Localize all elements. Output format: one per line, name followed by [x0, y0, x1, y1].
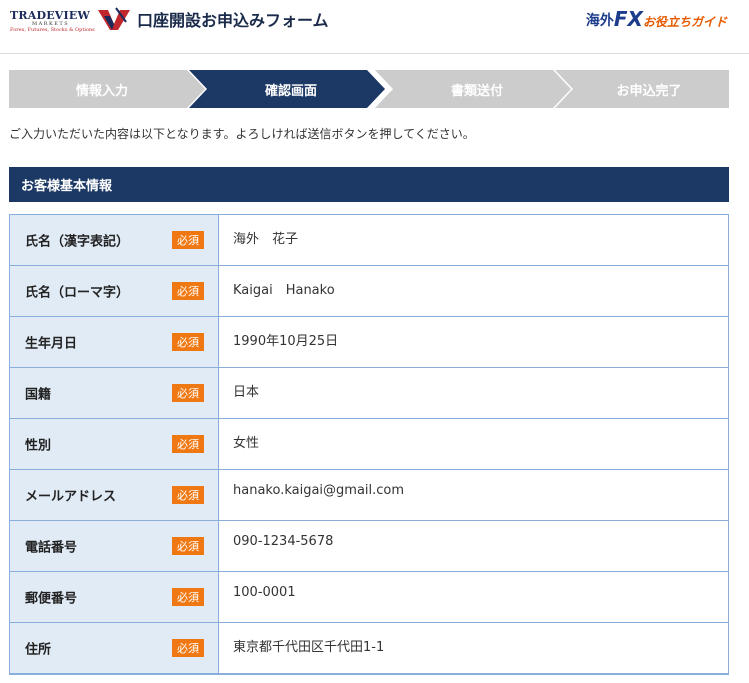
field-value: 女性 — [233, 436, 260, 451]
required-badge: 必須 — [172, 384, 204, 402]
field-value: 海外 花子 — [233, 232, 299, 247]
field-value-cell: 女性 — [219, 419, 728, 469]
table-row: 郵便番号 必須 100-0001 — [10, 572, 728, 623]
field-value-cell: 1990年10月25日 — [219, 317, 728, 367]
required-badge: 必須 — [172, 282, 204, 300]
step-info-input: 情報入力 — [9, 70, 205, 108]
tradeview-logo[interactable]: TRADEVIEW MARKETS Forex, Futures, Stocks… — [10, 6, 130, 36]
field-value-cell: 日本 — [219, 368, 728, 418]
field-value-cell: 090-1234-5678 — [219, 521, 728, 571]
field-label: 電話番号 — [25, 540, 78, 556]
table-row: メールアドレス 必須 hanako.kaigai@gmail.com — [10, 470, 728, 521]
field-label: 氏名（漢字表記） — [25, 234, 130, 250]
field-value-cell: 100-0001 — [219, 572, 728, 622]
field-value-cell: 海外 花子 — [219, 215, 728, 265]
page-title: 口座開設お申込みフォーム — [137, 11, 329, 30]
field-value: hanako.kaigai@gmail.com — [233, 483, 405, 498]
field-label-cell: 生年月日 必須 — [10, 317, 219, 367]
page-header: TRADEVIEW MARKETS Forex, Futures, Stocks… — [0, 0, 749, 54]
guide-logo-part2: FX — [613, 7, 643, 31]
step-complete: お申込完了 — [555, 70, 729, 108]
field-label: メールアドレス — [25, 489, 117, 505]
table-row: 国籍 必須 日本 — [10, 368, 728, 419]
field-value-cell: 東京都千代田区千代田1-1 — [219, 623, 728, 673]
required-badge: 必須 — [172, 435, 204, 453]
field-label: 性別 — [25, 438, 52, 454]
required-badge: 必須 — [172, 333, 204, 351]
brand-tagline: Forex, Futures, Stocks & Options — [10, 27, 95, 33]
field-label-cell: 性別 必須 — [10, 419, 219, 469]
section-header: お客様基本情報 — [9, 167, 729, 202]
field-label: 国籍 — [25, 387, 52, 403]
table-row: 生年月日 必須 1990年10月25日 — [10, 317, 728, 368]
step-confirmation-active: 確認画面 — [189, 70, 385, 108]
step-document-submit: 書類送付 — [375, 70, 571, 108]
field-value-cell: hanako.kaigai@gmail.com — [219, 470, 728, 520]
field-value: 1990年10月25日 — [233, 334, 339, 349]
required-badge: 必須 — [172, 537, 204, 555]
field-label: 住所 — [25, 642, 52, 658]
field-label-cell: 電話番号 必須 — [10, 521, 219, 571]
field-label-cell: 住所 必須 — [10, 623, 219, 673]
table-row: 電話番号 必須 090-1234-5678 — [10, 521, 728, 572]
field-label-cell: 郵便番号 必須 — [10, 572, 219, 622]
table-row: 住所 必須 東京都千代田区千代田1-1 — [10, 623, 728, 674]
required-badge: 必須 — [172, 231, 204, 249]
field-label-cell: 氏名（ローマ字） 必須 — [10, 266, 219, 316]
required-badge: 必須 — [172, 639, 204, 657]
brand-mark-icon — [98, 7, 130, 30]
field-value-cell: Kaigai Hanako — [219, 266, 728, 316]
field-value: Kaigai Hanako — [233, 283, 335, 298]
field-label: 郵便番号 — [25, 591, 78, 607]
instructions-text: ご入力いただいた内容は以下となります。よろしければ送信ボタンを押してください。 — [9, 127, 475, 141]
table-row: 氏名（ローマ字） 必須 Kaigai Hanako — [10, 266, 728, 317]
table-row: 性別 必須 女性 — [10, 419, 728, 470]
field-label-cell: メールアドレス 必須 — [10, 470, 219, 520]
required-badge: 必須 — [172, 588, 204, 606]
step-label: 書類送付 — [450, 83, 503, 99]
field-value: 東京都千代田区千代田1-1 — [233, 640, 385, 655]
field-label: 生年月日 — [25, 336, 78, 352]
step-label: お申込完了 — [616, 83, 682, 99]
confirmation-table: 氏名（漢字表記） 必須 海外 花子氏名（ローマ字） 必須 Kaigai Hanako 生年… — [9, 214, 729, 675]
field-value: 090-1234-5678 — [233, 534, 334, 549]
table-row: 氏名（漢字表記） 必須 海外 花子 — [10, 215, 728, 266]
step-label: 確認画面 — [264, 83, 317, 99]
field-label-cell: 氏名（漢字表記） 必須 — [10, 215, 219, 265]
step-label: 情報入力 — [75, 83, 128, 99]
guide-logo-part1: 海外 — [585, 13, 614, 29]
field-label-cell: 国籍 必須 — [10, 368, 219, 418]
field-label: 氏名（ローマ字） — [25, 285, 130, 301]
fx-guide-logo[interactable]: 海外FXお役立ちガイド — [586, 8, 727, 32]
section-title: お客様基本情報 — [21, 179, 113, 194]
progress-steps: 情報入力 書類送付 お申込完了 確認画面 — [9, 70, 729, 108]
field-value: 100-0001 — [233, 585, 296, 600]
required-badge: 必須 — [172, 486, 204, 504]
field-value: 日本 — [233, 385, 260, 400]
guide-logo-part3: お役立ちガイド — [642, 15, 727, 29]
